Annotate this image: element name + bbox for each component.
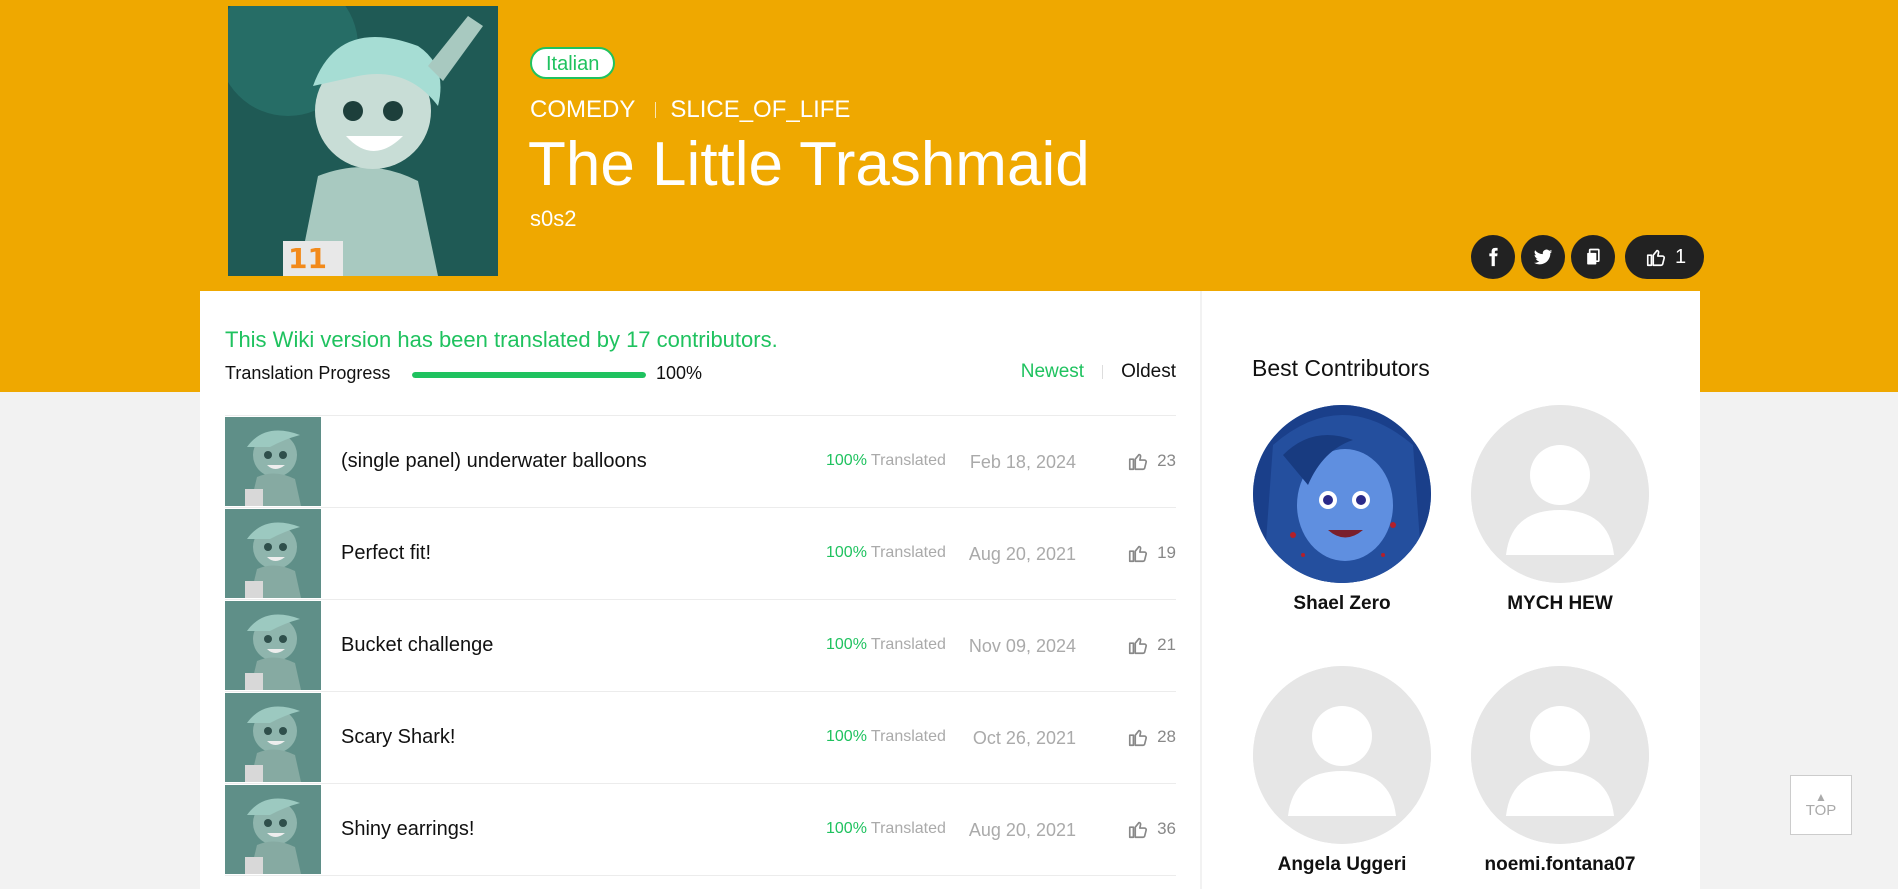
episode-percent-label: Translated <box>870 636 946 653</box>
episode-row[interactable]: (single panel) underwater balloons 100% Tr… <box>225 416 1176 508</box>
contributor-name[interactable]: noemi.fontana07 <box>1470 854 1650 876</box>
episode-progress: 100% Translated <box>826 636 946 654</box>
episode-row[interactable]: Bucket challenge 100% Translated Nov 09, 20… <box>225 600 1176 692</box>
contributor-card[interactable]: Shael Zero <box>1252 405 1432 615</box>
episode-percent: 100% <box>826 636 867 653</box>
episode-percent: 100% <box>826 728 867 745</box>
episode-date: Nov 09, 2024 <box>968 636 1076 656</box>
copy-link-icon <box>1587 248 1600 265</box>
sort-toggle: Newest Oldest <box>1021 361 1176 383</box>
sort-newest-button[interactable]: Newest <box>1021 361 1084 383</box>
scroll-top-label: TOP <box>1805 801 1837 819</box>
episode-panel: This Wiki version has been translated by… <box>200 291 1200 889</box>
twitter-share-button[interactable] <box>1521 235 1565 279</box>
contributor-card[interactable]: MYCH HEW <box>1470 405 1650 615</box>
episode-thumbnail[interactable] <box>225 601 321 690</box>
contributor-avatar[interactable] <box>1253 666 1431 844</box>
thumbs-up-icon <box>1129 453 1148 471</box>
genre-slice-of-life[interactable]: SLICE_OF_LIFE <box>670 96 850 124</box>
episode-thumbnail[interactable] <box>225 693 321 782</box>
series-title: The Little Trashmaid <box>528 130 1090 199</box>
svg-text:11: 11 <box>288 242 327 275</box>
episode-row[interactable]: Scary Shark! 100% Translated Oct 26, 2021 28 <box>225 692 1176 784</box>
episode-likes[interactable]: 23 <box>1127 450 1176 472</box>
share-bar: 1 <box>1471 235 1705 279</box>
episode-percent-label: Translated <box>870 544 946 561</box>
episode-percent: 100% <box>826 544 867 561</box>
episode-like-count: 19 <box>1157 543 1176 562</box>
episode-row[interactable]: Perfect fit! 100% Translated Aug 20, 2021 19 <box>225 508 1176 600</box>
progress-bar <box>412 372 646 378</box>
episode-percent: 100% <box>826 452 867 469</box>
thumbs-up-icon <box>1129 821 1148 839</box>
episode-row[interactable]: Shiny earrings! 100% Translated Aug 20, 202… <box>225 784 1176 876</box>
episode-progress: 100% Translated <box>826 452 946 470</box>
contributor-card[interactable]: Angela Uggeri <box>1252 666 1432 876</box>
contributor-avatar[interactable] <box>1471 405 1649 583</box>
episode-thumbnail[interactable] <box>225 785 321 874</box>
contributor-card[interactable]: noemi.fontana07 <box>1470 666 1650 876</box>
episode-title[interactable]: Bucket challenge <box>341 634 493 657</box>
contributor-name[interactable]: Shael Zero <box>1252 593 1432 615</box>
thumbs-up-icon <box>1129 729 1148 747</box>
contributors-title: Best Contributors <box>1252 355 1430 381</box>
episode-progress: 100% Translated <box>826 544 946 562</box>
facebook-icon <box>1489 247 1498 267</box>
episode-title[interactable]: Scary Shark! <box>341 726 455 749</box>
language-badge[interactable]: Italian <box>530 47 616 79</box>
contributor-avatar[interactable] <box>1253 405 1431 583</box>
episode-like-count: 36 <box>1157 819 1176 838</box>
episode-likes[interactable]: 36 <box>1127 818 1176 840</box>
translation-note: This Wiki version has been translated by… <box>225 327 778 352</box>
series-like-button[interactable]: 1 <box>1625 235 1705 279</box>
episode-title[interactable]: (single panel) underwater balloons <box>341 450 647 473</box>
episode-date: Aug 20, 2021 <box>968 544 1076 564</box>
episode-like-count: 23 <box>1157 451 1176 470</box>
episode-percent-label: Translated <box>870 820 946 837</box>
episode-list: (single panel) underwater balloons 100% Tr… <box>225 415 1176 876</box>
contributor-name[interactable]: Angela Uggeri <box>1252 854 1432 876</box>
series-cover-image: 11 <box>228 6 498 276</box>
twitter-icon <box>1533 249 1553 265</box>
episode-title[interactable]: Shiny earrings! <box>341 818 474 841</box>
episode-progress: 100% Translated <box>826 820 946 838</box>
episode-like-count: 28 <box>1157 727 1176 746</box>
copy-link-button[interactable] <box>1571 235 1615 279</box>
progress-bar-fill <box>412 372 646 378</box>
episode-date: Oct 26, 2021 <box>972 728 1076 748</box>
sort-oldest-button[interactable]: Oldest <box>1121 361 1176 383</box>
episode-likes[interactable]: 28 <box>1127 726 1176 748</box>
progress-value: 100% <box>656 363 703 383</box>
genre-comedy[interactable]: COMEDY <box>530 96 635 124</box>
genre-list: COMEDY SLICE_OF_LIFE <box>530 96 850 124</box>
series-like-count: 1 <box>1675 245 1687 268</box>
chevron-up-icon: ▲ <box>1815 789 1827 804</box>
episode-thumbnail[interactable] <box>225 417 321 506</box>
contributor-name[interactable]: MYCH HEW <box>1470 593 1650 615</box>
thumbs-up-icon <box>1646 249 1666 267</box>
facebook-share-button[interactable] <box>1471 235 1515 279</box>
episode-likes[interactable]: 21 <box>1127 634 1176 656</box>
episode-percent-label: Translated <box>870 452 946 469</box>
episode-percent: 100% <box>826 820 867 837</box>
episode-date: Feb 18, 2024 <box>969 452 1076 472</box>
contributor-avatar[interactable] <box>1471 666 1649 844</box>
episode-likes[interactable]: 19 <box>1127 542 1176 564</box>
series-author[interactable]: s0s2 <box>530 206 576 232</box>
thumbs-up-icon <box>1129 545 1148 563</box>
progress-label: Translation Progress <box>225 363 391 383</box>
episode-title[interactable]: Perfect fit! <box>341 542 431 565</box>
sort-divider <box>1102 365 1104 379</box>
episode-progress: 100% Translated <box>826 728 946 746</box>
contributors-panel: Best Contributors Shael Zero MYCH HEW An… <box>1202 291 1700 889</box>
scroll-top-button[interactable]: ▲ TOP <box>1790 775 1852 835</box>
episode-date: Aug 20, 2021 <box>968 820 1076 840</box>
genre-divider <box>655 102 657 118</box>
episode-percent-label: Translated <box>870 728 946 745</box>
thumbs-up-icon <box>1129 637 1148 655</box>
episode-thumbnail[interactable] <box>225 509 321 598</box>
episode-like-count: 21 <box>1157 635 1176 654</box>
